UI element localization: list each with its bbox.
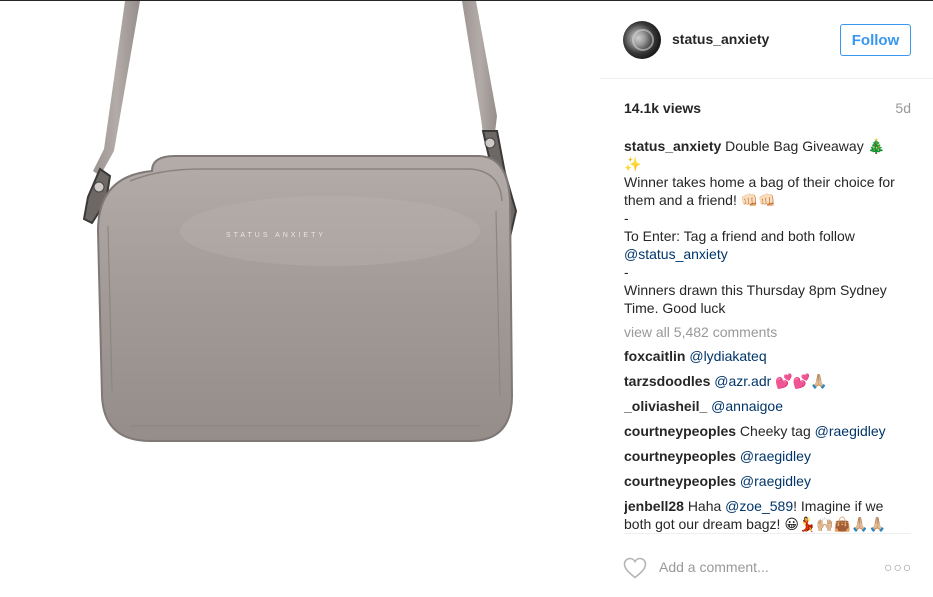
caption-line: them and a friend! 👊🏻👊🏻 (624, 192, 776, 208)
comment-item: courtneypeoples @raegidley (624, 472, 914, 490)
comment-username[interactable]: courtneypeoples (624, 423, 736, 439)
comment-item: tarzsdoodles @azr.adr 💕💕🙏🏼 (624, 372, 914, 390)
comment-text-line2: both got our dream bagz! 😀💃🙌🏼👜🙏🏼🙏🏼 (624, 516, 887, 532)
comment-username[interactable]: courtneypeoples (624, 448, 736, 464)
comment-text: Cheeky tag (739, 423, 815, 439)
comment-item: jenbell28 Haha @zoe_589! Imagine if we b… (624, 497, 914, 533)
view-all-comments-link[interactable]: view all 5,482 comments (624, 323, 914, 341)
post-header: status_anxiety Follow (600, 1, 933, 79)
comment-mention[interactable]: @raegidley (740, 448, 811, 464)
caption-line: Double Bag Giveaway 🎄 (725, 138, 886, 154)
add-comment-input[interactable]: Add a comment... (659, 559, 769, 575)
bag-logo-text: STATUS ANXIETY (226, 232, 326, 239)
caption-line: ✨ (624, 156, 642, 172)
caption-line: Winners drawn this Thursday 8pm Sydney (624, 282, 887, 298)
post-stats: 14.1k views 5d (624, 100, 911, 120)
caption-line: Winner takes home a bag of their choice … (624, 174, 895, 190)
comment-item: courtneypeoples Cheeky tag @raegidley (624, 422, 914, 440)
comment-text: Haha (687, 498, 726, 514)
comment-divider (624, 533, 911, 534)
comment-mention[interactable]: @lydiakateq (689, 348, 766, 364)
comments-list: status_anxiety Double Bag Giveaway 🎄 ✨ W… (624, 137, 914, 533)
caption: status_anxiety Double Bag Giveaway 🎄 ✨ W… (624, 137, 914, 317)
comment-username[interactable]: courtneypeoples (624, 473, 736, 489)
caption-mention[interactable]: @status_anxiety (624, 245, 914, 263)
post-age[interactable]: 5d (895, 100, 911, 116)
view-count[interactable]: 14.1k views (624, 100, 701, 116)
comment-username[interactable]: foxcaitlin (624, 348, 685, 364)
avatar[interactable] (623, 21, 661, 59)
instagram-post-view: STATUS ANXIETY status_anxiety Follow 14.… (0, 0, 933, 597)
caption-line: To Enter: Tag a friend and both follow (624, 228, 855, 244)
heart-outline-icon (623, 557, 647, 579)
more-options-icon[interactable]: ○○○ (884, 559, 912, 575)
caption-line: Time. Good luck (624, 300, 726, 316)
comment-item: foxcaitlin @lydiakateq (624, 347, 914, 365)
handbag-photo: STATUS ANXIETY (82, 1, 518, 442)
caption-line: - (624, 210, 629, 226)
follow-button[interactable]: Follow (840, 24, 911, 56)
post-side-panel: status_anxiety Follow 14.1k views 5d sta… (600, 1, 933, 597)
caption-username[interactable]: status_anxiety (624, 138, 721, 154)
comment-mention[interactable]: @annaigoe (711, 398, 783, 414)
like-button[interactable] (623, 557, 647, 579)
header-username[interactable]: status_anxiety (672, 31, 769, 47)
comment-item: courtneypeoples @raegidley (624, 447, 914, 465)
comment-mention[interactable]: @azr.adr (714, 373, 771, 389)
comment-username[interactable]: tarzsdoodles (624, 373, 710, 389)
comment-text: ! Imagine if we (793, 498, 884, 514)
comment-text: 💕💕🙏🏼 (771, 373, 828, 389)
post-media: STATUS ANXIETY (0, 1, 600, 597)
comment-username[interactable]: jenbell28 (624, 498, 684, 514)
comment-item: _oliviasheil_ @annaigoe (624, 397, 914, 415)
comment-mention[interactable]: @zoe_589 (725, 498, 793, 514)
comment-mention[interactable]: @raegidley (740, 473, 811, 489)
comment-username[interactable]: _oliviasheil_ (624, 398, 707, 414)
caption-line: - (624, 264, 629, 280)
comment-mention[interactable]: @raegidley (815, 423, 886, 439)
